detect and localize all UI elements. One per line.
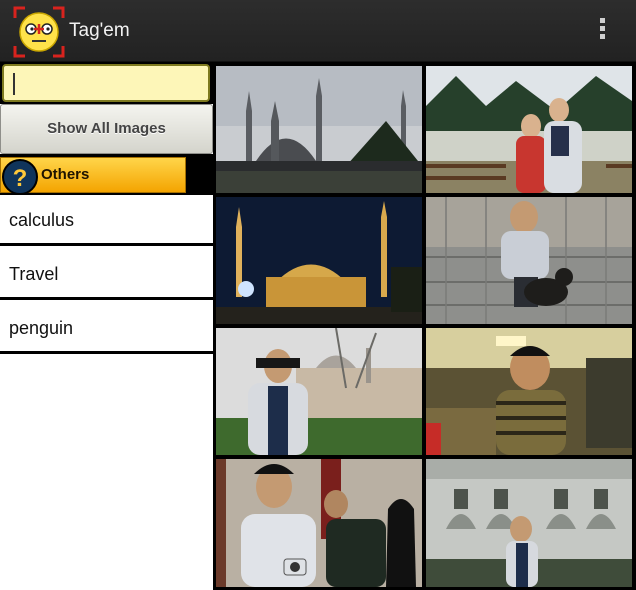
- photo-man-cafe[interactable]: [426, 328, 632, 455]
- others-label: Others: [41, 166, 90, 183]
- others-row: ? Others: [0, 154, 213, 195]
- overflow-menu-icon[interactable]: [592, 16, 612, 46]
- tag-item-travel[interactable]: Travel: [0, 249, 213, 300]
- others-button[interactable]: ? Others: [0, 157, 186, 195]
- tag-item-penguin[interactable]: penguin: [0, 303, 213, 354]
- photo-man-with-dog[interactable]: [426, 197, 632, 324]
- action-bar: Tag'em: [0, 0, 636, 62]
- tag-panel: Show All Images ? Others calculus Travel…: [0, 62, 213, 590]
- app-title: Tag'em: [69, 20, 130, 41]
- tagem-face-logo-icon[interactable]: [13, 6, 65, 58]
- tag-search-input[interactable]: [2, 64, 210, 102]
- photo-mosque-day[interactable]: [216, 66, 422, 193]
- photo-man-camera[interactable]: [216, 459, 422, 587]
- image-grid: [213, 62, 636, 590]
- photo-man-arcade[interactable]: [426, 459, 632, 587]
- photo-man-palace[interactable]: [216, 328, 422, 455]
- search-container: [0, 62, 213, 104]
- photo-mosque-night[interactable]: [216, 197, 422, 324]
- tag-item-calculus[interactable]: calculus: [0, 195, 213, 246]
- photo-couple-snow[interactable]: [426, 66, 632, 193]
- show-all-images-button[interactable]: Show All Images: [0, 104, 213, 154]
- text-cursor: [13, 73, 15, 95]
- question-icon: ?: [2, 159, 38, 195]
